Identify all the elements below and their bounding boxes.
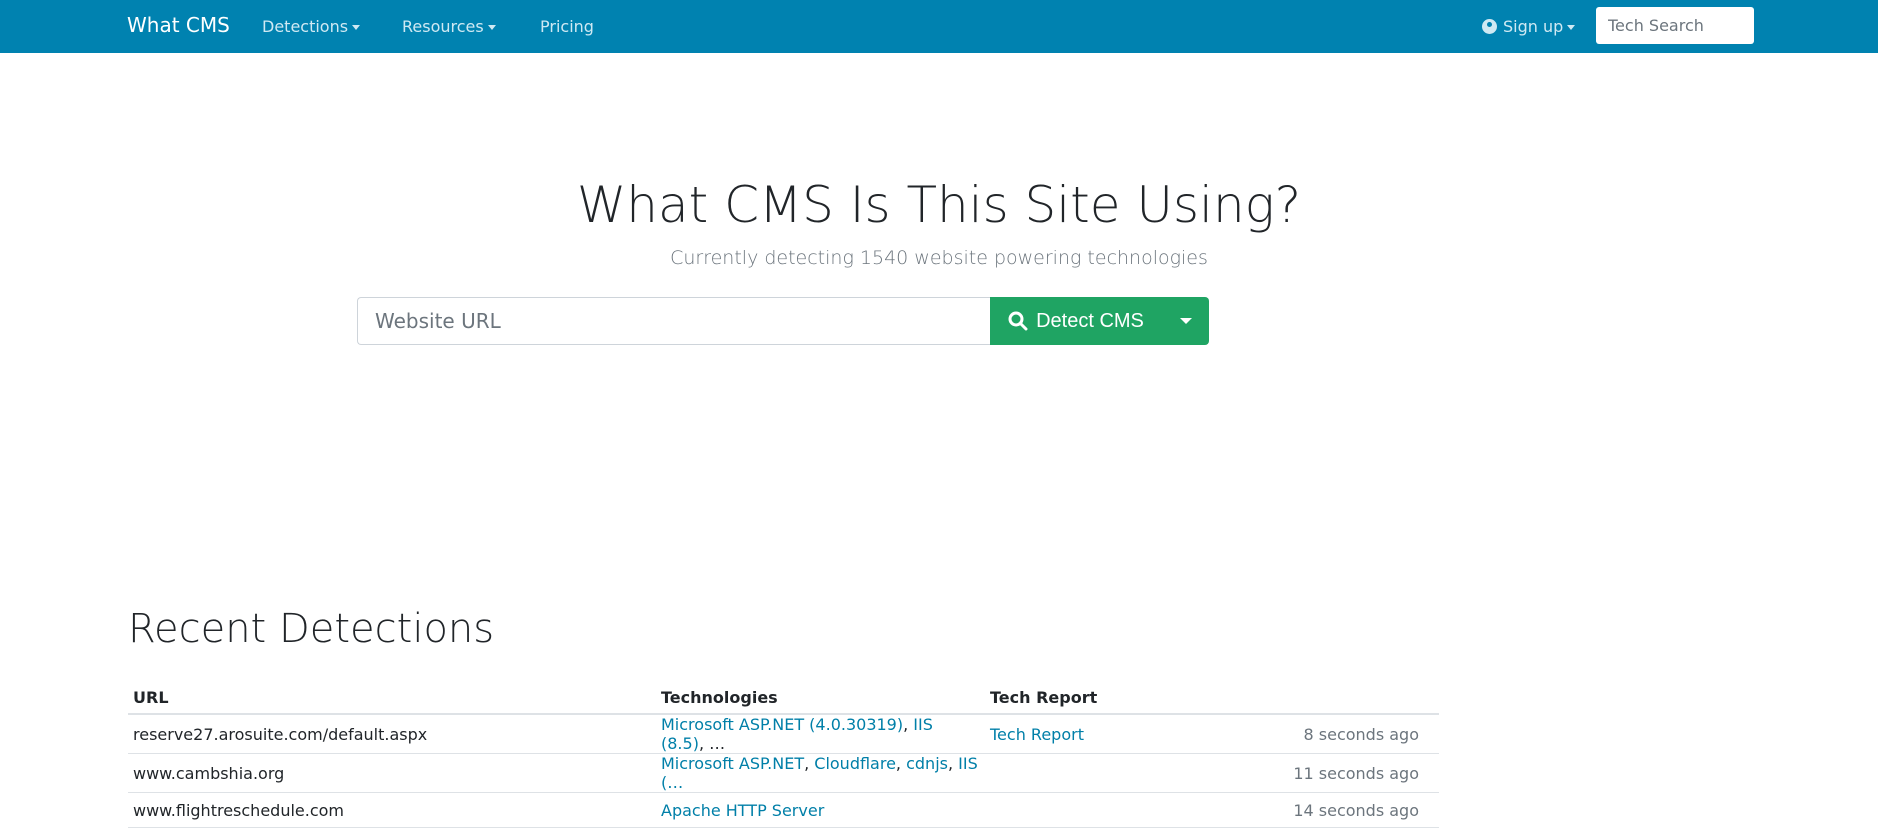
technology-link[interactable]: Cloudflare	[814, 754, 896, 773]
nav-label: Detections	[262, 17, 349, 36]
row-url: www.flightreschedule.com	[128, 792, 656, 828]
nav-pricing[interactable]: Pricing	[540, 17, 594, 36]
row-url: www.cambshia.org	[128, 753, 656, 793]
technology-link[interactable]: Apache HTTP Server	[661, 801, 824, 820]
recent-detections-title: Recent Detections	[128, 606, 495, 652]
row-time: 8 seconds ago	[1183, 714, 1439, 754]
detect-label: Detect CMS	[1036, 309, 1144, 332]
caret-down-icon	[487, 25, 496, 30]
nav-label: Resources	[402, 17, 484, 36]
technology-link[interactable]: cdnjs	[906, 754, 948, 773]
recent-detections-table: URL Technologies Tech Report reserve27.a…	[128, 682, 1439, 828]
user-circle-icon	[1482, 19, 1497, 34]
brand-logo[interactable]: What CMS	[127, 13, 230, 37]
signup-label: Sign up	[1503, 17, 1564, 36]
row-time: 14 seconds ago	[1183, 792, 1439, 828]
technology-link[interactable]: Microsoft ASP.NET	[661, 754, 804, 773]
page-subtitle: Currently detecting 1540 website powerin…	[670, 247, 1208, 269]
table-row: www.flightreschedule.com Apache HTTP Ser…	[128, 792, 1439, 828]
caret-down-icon	[1567, 25, 1576, 30]
detect-cms-button[interactable]: Detect CMS	[990, 297, 1162, 345]
separator: ,	[947, 754, 959, 773]
website-url-input[interactable]	[357, 297, 991, 345]
col-time	[1183, 682, 1439, 715]
row-technologies: Apache HTTP Server	[656, 792, 985, 828]
separator: ,	[903, 715, 914, 734]
technology-link[interactable]: Microsoft ASP.NET (4.0.30319)	[661, 715, 903, 734]
separator: ,	[895, 754, 907, 773]
row-tech-report	[985, 792, 1184, 828]
nav-resources[interactable]: Resources	[402, 17, 496, 36]
separator: , …	[698, 734, 726, 753]
row-technologies: Microsoft ASP.NET, Cloudflare, cdnjs, II…	[656, 753, 985, 793]
nav-signup[interactable]: Sign up	[1482, 17, 1576, 36]
navbar: What CMS Detections Resources Pricing Si…	[0, 0, 1878, 53]
detect-options-dropdown[interactable]	[1162, 297, 1209, 345]
row-time: 11 seconds ago	[1183, 753, 1439, 793]
table-row: reserve27.arosuite.com/default.aspx Micr…	[128, 714, 1439, 754]
row-url: reserve27.arosuite.com/default.aspx	[128, 714, 656, 754]
caret-down-icon	[352, 25, 361, 30]
table-row: www.cambshia.org Microsoft ASP.NET, Clou…	[128, 753, 1439, 793]
separator: ,	[804, 754, 815, 773]
row-technologies: Microsoft ASP.NET (4.0.30319), IIS (8.5)…	[656, 714, 985, 754]
row-tech-report	[985, 753, 1184, 793]
col-technologies: Technologies	[656, 682, 985, 715]
caret-down-icon	[1179, 318, 1192, 324]
search-icon	[1008, 311, 1028, 331]
page-title: What CMS Is This Site Using?	[576, 176, 1302, 234]
tech-search-input[interactable]	[1596, 7, 1754, 44]
nav-detections[interactable]: Detections	[262, 17, 361, 36]
col-url: URL	[128, 682, 656, 715]
col-tech-report: Tech Report	[985, 682, 1184, 715]
tech-report-link[interactable]: Tech Report	[990, 725, 1084, 744]
row-tech-report: Tech Report	[985, 714, 1184, 754]
